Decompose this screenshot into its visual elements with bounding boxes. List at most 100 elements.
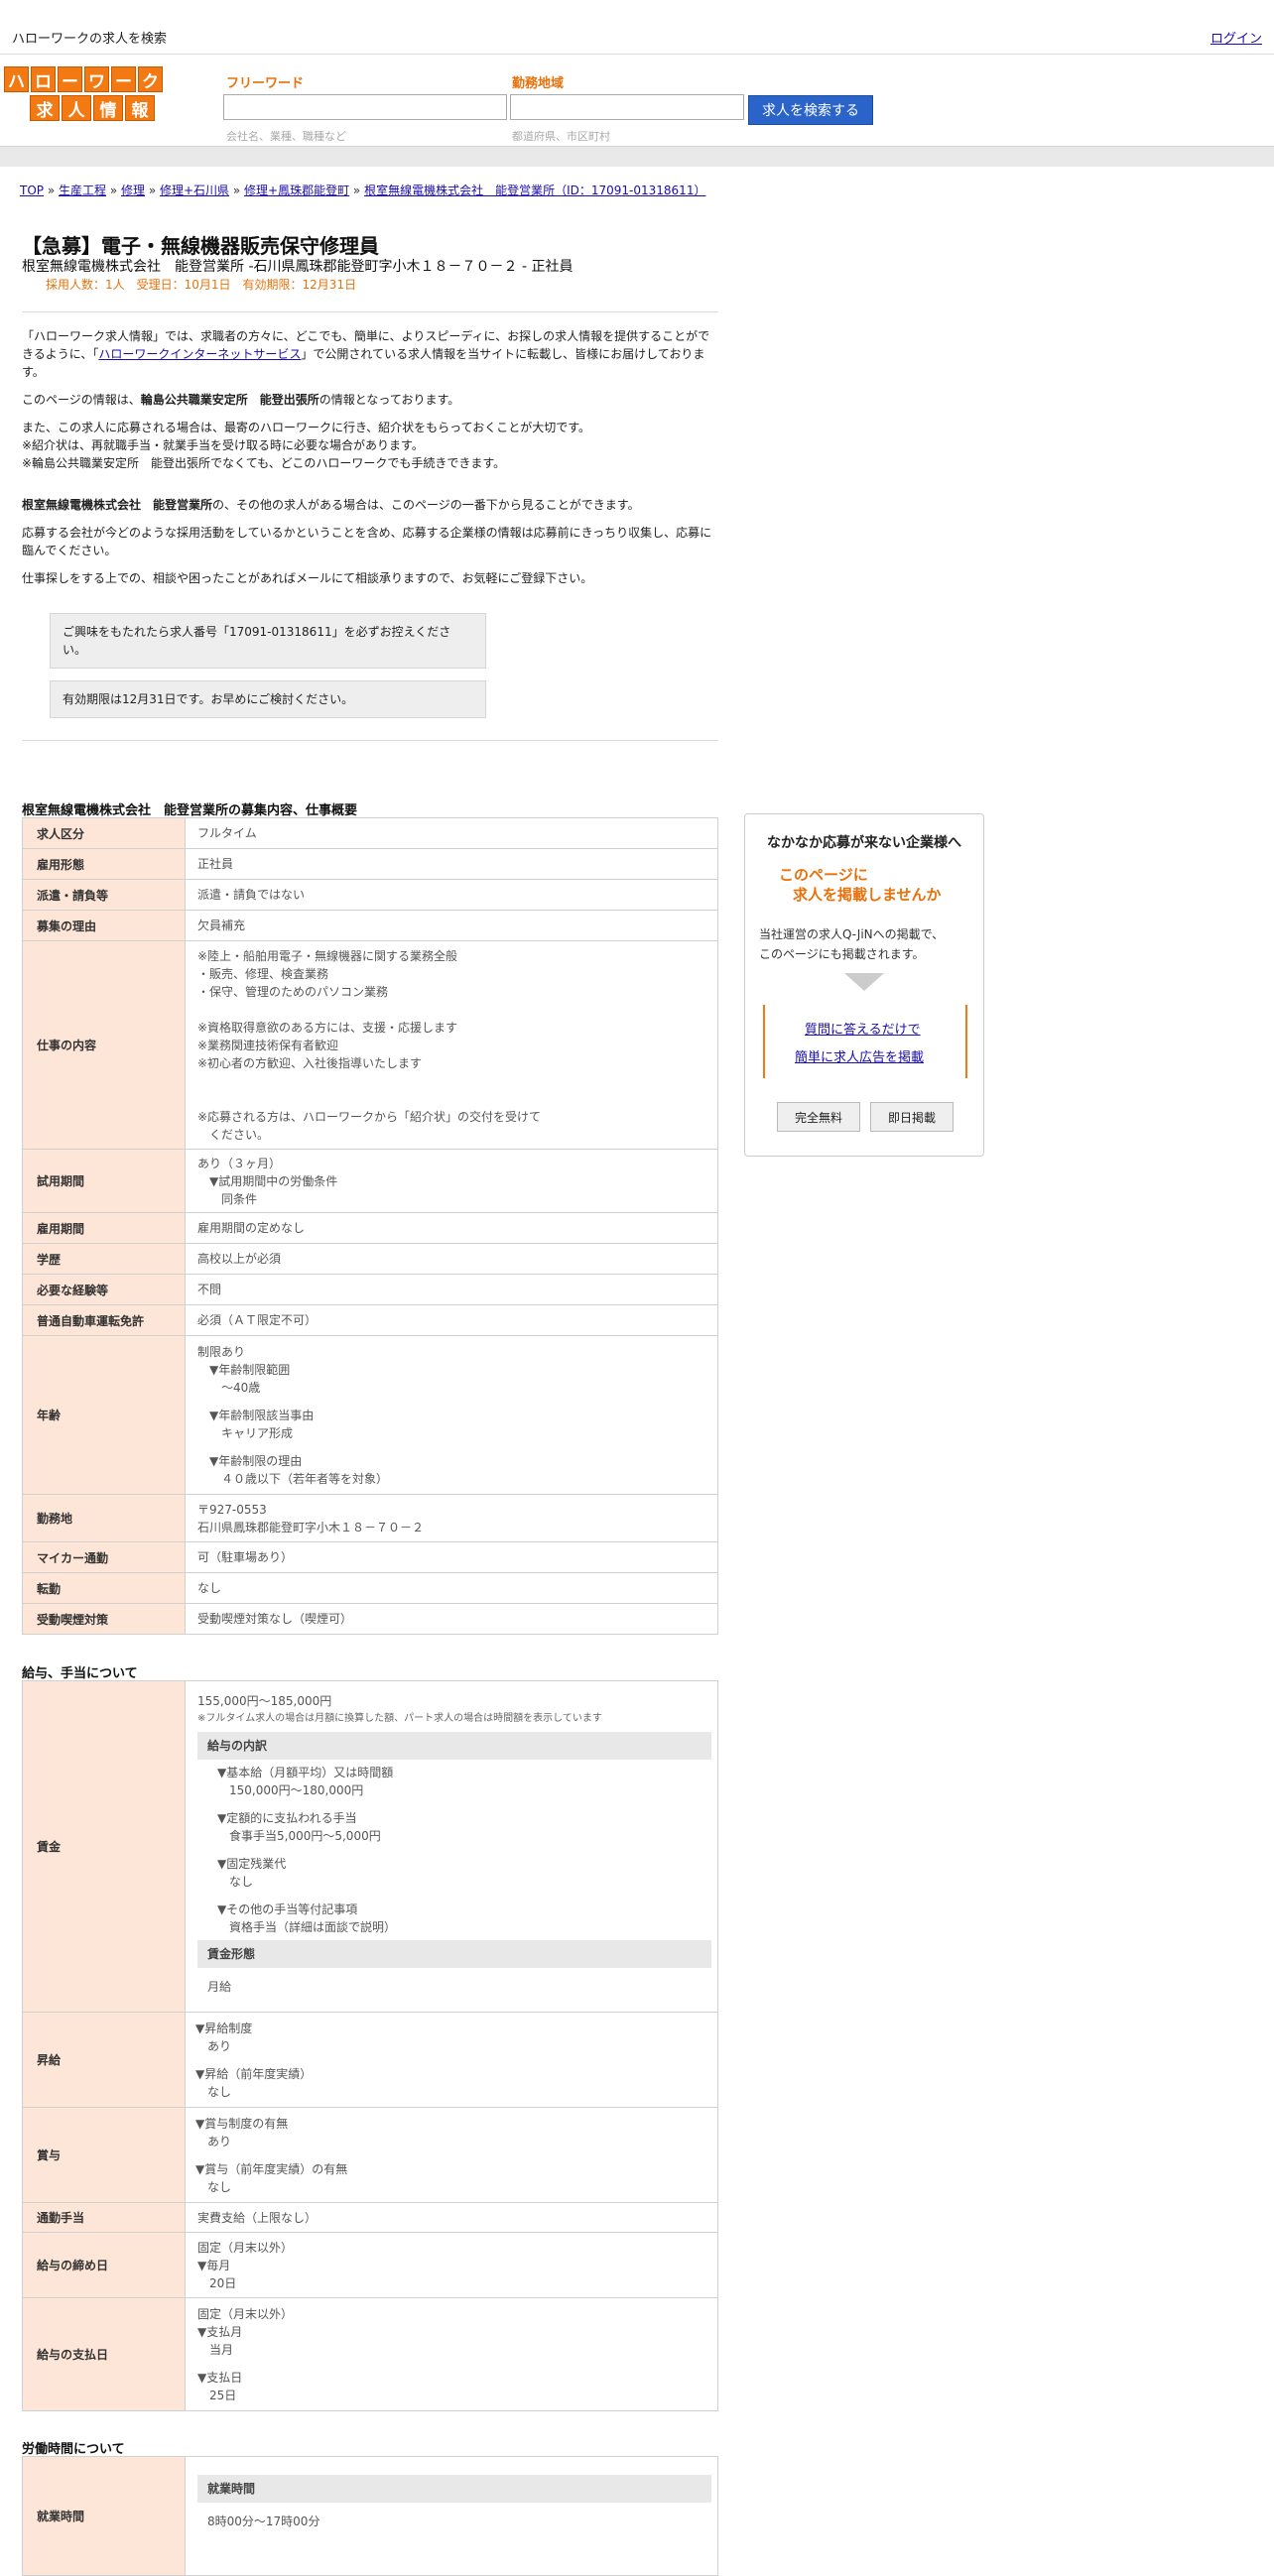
intro-line: また、この求人に応募される場合は、最寄のハローワークに行き、紹介状をもらっておく… [22,421,591,434]
logo-row-1: ハ ロ ー ワ ー ク [4,66,181,92]
table-row: 試用期間 あり（３ヶ月） ▼試用期間中の労働条件 同条件 [22,1149,718,1213]
intro-line: ※紹介状は、再就職手当・就業手当を受け取る時に必要な場合があります。 [22,438,424,452]
intro-text: の情報となっております。 [318,393,460,407]
logo-char: 人 [62,95,91,121]
table-row: 学歴 高校以上が必須 [22,1243,718,1275]
table-row: 必要な経験等 不問 [22,1274,718,1305]
job-number-notice: ご興味をもたれたら求人番号「17091-01318611」を必ずお控えください。 [50,613,486,669]
row-label: 試用期間 [22,1149,186,1213]
header-divider [0,146,1274,167]
row-label: 給与の支払日 [22,2297,186,2411]
free-button[interactable]: 完全無料 [777,1102,860,1132]
table-row: 募集の理由 欠員補充 [22,910,718,941]
table-row: 求人区分 フルタイム [22,817,718,849]
row-label: 学歴 [22,1243,186,1275]
wage-form-heading: 賃金形態 [197,1939,711,1968]
row-label: 求人区分 [22,817,186,849]
login-link[interactable]: ログイン [1210,28,1262,47]
breadcrumb-link[interactable]: 生産工程 [59,184,106,197]
row-value: 高校以上が必須 [185,1243,718,1275]
row-label: 受動喫煙対策 [22,1603,186,1635]
hours-heading: 就業時間 [197,2475,711,2503]
logo-char: ワ [84,66,109,92]
row-value: 〒927-0553 石川県鳳珠郡能登町字小木１８－７０－２ [185,1494,718,1542]
row-value: 受動喫煙対策なし（喫煙可） [185,1603,718,1635]
row-value: 制限あり ▼年齢制限範囲 〜40歳 ▼年齢制限該当事由 キャリア形成 ▼年齢制限… [185,1335,718,1495]
row-label: 仕事の内容 [22,940,186,1150]
row-label: 勤務地 [22,1494,186,1542]
divider [22,311,718,312]
job-title: 【急募】電子・無線機器販売保守修理員 [22,234,379,258]
advertise-box: なかなか応募が来ない企業様へ このページに 求人を掲載しませんか 当社運営の求人… [744,813,984,1157]
logo[interactable]: ハ ロ ー ワ ー ク 求 人 情 報 [4,66,181,124]
table-row: 受動喫煙対策 受動喫煙対策なし（喫煙可） [22,1603,718,1635]
logo-char: 求 [30,95,60,121]
logo-char: 報 [125,95,155,121]
table-row: 給与の支払日 固定（月末以外） ▼支払月 当月 ▼支払日 25日 [22,2297,718,2411]
row-value: 正社員 [185,848,718,880]
site-title: ハローワークの求人を検索 [12,32,168,47]
row-value: 155,000円〜185,000円 ※フルタイム求人の場合は月額に換算した額、パ… [185,1680,718,2013]
row-value: 欠員補充 [185,910,718,941]
logo-char: 情 [93,95,123,121]
ad-heading: なかなか応募が来ない企業様へ [767,835,961,851]
row-label: 昇給 [22,2012,186,2108]
ad-catch-2: 求人を掲載しませんか [793,886,942,904]
row-label: 必要な経験等 [22,1274,186,1305]
search-button[interactable]: 求人を検索する [748,95,873,125]
area-hint: 都道府県、市区町村 [512,130,610,143]
row-label: マイカー通勤 [22,1541,186,1573]
table-row: 仕事の内容 ※陸上・船舶用電子・無線機器に関する業務全般 ・販売、修理、検査業務・… [22,940,718,1150]
table-row: マイカー通勤 可（駐車場あり） [22,1541,718,1573]
breadcrumb-link[interactable]: 修理 [121,184,145,197]
table-row: 勤務地 〒927-0553 石川県鳳珠郡能登町字小木１８－７０－２ [22,1494,718,1542]
row-label: 普通自動車運転免許 [22,1304,186,1336]
row-label: 年齢 [22,1335,186,1495]
section-title-hours: 労働時間について [22,2442,125,2457]
row-label: 賞与 [22,2107,186,2203]
freeword-input[interactable] [223,94,507,120]
breadcrumb-link[interactable]: 根室無線電機株式会社 能登営業所（ID：17091-01318611） [364,184,705,197]
breadcrumb-link[interactable]: TOP [20,184,44,197]
breadcrumb-link[interactable]: 修理+石川県 [160,184,229,197]
freeword-label: フリーワード [226,76,305,91]
ad-text-2: このページにも掲載されます。 [759,947,925,961]
same-day-button[interactable]: 即日掲載 [870,1102,954,1132]
hours-value: 8時00分〜17時00分 [207,2515,320,2528]
row-label: 給与の締め日 [22,2232,186,2298]
section-title-overview: 根室無線電機株式会社 能登営業所の募集内容、仕事概要 [22,803,358,818]
area-input[interactable] [510,94,744,120]
table-row: 給与の締め日 固定（月末以外） ▼毎月 20日 [22,2232,718,2298]
row-label: 賃金 [22,1680,186,2013]
header: ハ ロ ー ワ ー ク 求 人 情 報 フリーワード 勤務地域 会社名、業種、職… [0,55,1274,146]
ad-link-questions[interactable]: 質問に答えるだけで [805,1019,921,1038]
hellowork-link[interactable]: ハローワークインターネットサービス [98,347,301,361]
wage-range: 155,000円〜185,000円 [197,1693,332,1708]
ad-link-frame [763,1005,967,1078]
logo-char: ハ [4,66,29,92]
top-bar: ハローワークの求人を検索 ログイン [0,0,1274,55]
row-value: ▼賞与制度の有無 あり ▼賞与（前年度実績）の有無 なし [185,2107,718,2203]
office-name: 輪島公共職業安定所 能登出張所 [140,393,319,407]
breadcrumb-link[interactable]: 修理+鳳珠郡能登町 [244,184,349,197]
hours-table: 就業時間 就業時間 8時00分〜17時00分 [22,2456,718,2576]
row-value: なし [185,1572,718,1604]
ad-catch-1: このページに [779,866,868,884]
wage-form: 月給 [207,1979,232,1994]
divider [22,740,718,741]
consult-paragraph: 仕事探しをする上での、相談や困ったことがあればメールにて相談承りますので、お気軽… [22,571,593,585]
table-row: 賃金 155,000円〜185,000円 ※フルタイム求人の場合は月額に換算した… [22,1680,718,2013]
advice-paragraph: 応募する会社が今どのような採用活動をしているかということを含め、応募する企業様の… [22,526,712,557]
intro-line: ※輪島公共職業安定所 能登出張所でなくても、どこのハローワークでも手続きできます… [22,456,506,470]
source-paragraph: このページの情報は、輪島公共職業安定所 能登出張所の情報となっております。 [22,391,718,409]
row-label: 雇用期間 [22,1212,186,1244]
row-label: 募集の理由 [22,910,186,941]
job-subtitle: 根室無線電機株式会社 能登営業所 -石川県鳳珠郡能登町字小木１８－７０－２ - … [22,259,573,275]
ad-link-post[interactable]: 簡単に求人広告を掲載 [795,1046,924,1065]
referral-paragraph: また、この求人に応募される場合は、最寄のハローワークに行き、紹介状をもらっておく… [22,419,718,472]
section-title-salary: 給与、手当について [22,1666,138,1681]
row-value: ▼昇給制度 あり ▼昇給（前年度実績） なし [185,2012,718,2108]
table-row: 賞与 ▼賞与制度の有無 あり ▼賞与（前年度実績）の有無 なし [22,2107,718,2203]
table-row: 昇給 ▼昇給制度 あり ▼昇給（前年度実績） なし [22,2012,718,2108]
salary-table: 賃金 155,000円〜185,000円 ※フルタイム求人の場合は月額に換算した… [22,1680,718,2411]
